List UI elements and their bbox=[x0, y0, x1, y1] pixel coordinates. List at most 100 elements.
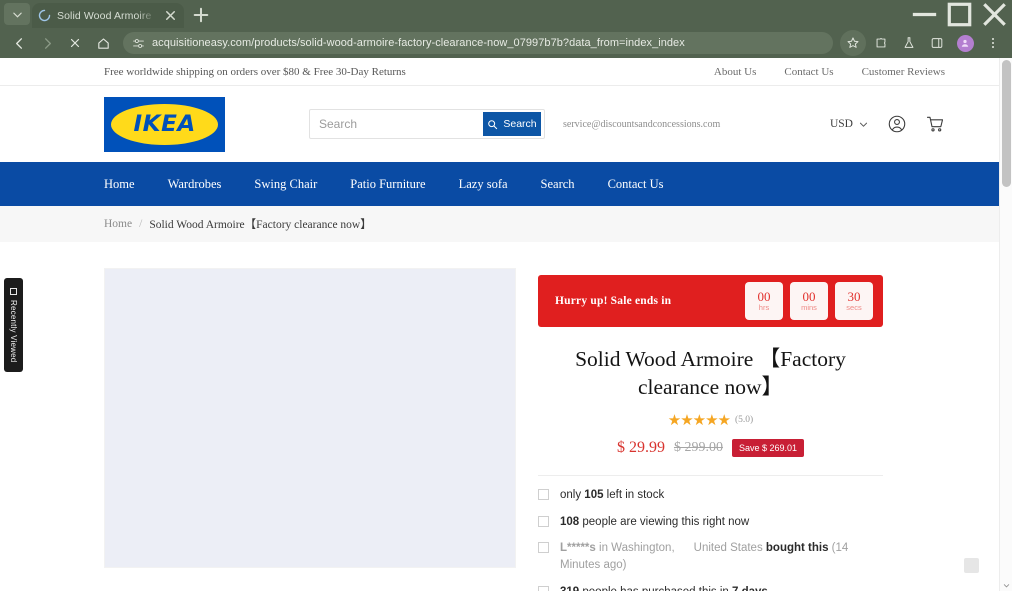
window-controls bbox=[907, 0, 1012, 28]
countdown-seconds-label: secs bbox=[846, 303, 862, 313]
tab-search-button[interactable] bbox=[4, 3, 30, 25]
site-header: IKEA Search service@discountsandconcessi… bbox=[0, 86, 1005, 162]
profile-button[interactable] bbox=[952, 30, 978, 56]
side-panel-icon bbox=[931, 38, 943, 48]
scrollbar-thumb[interactable] bbox=[1002, 60, 1011, 187]
nav-item-swing-chair[interactable]: Swing Chair bbox=[254, 177, 317, 192]
labs-button[interactable] bbox=[896, 30, 922, 56]
nav-item-search[interactable]: Search bbox=[541, 177, 575, 192]
product-title: Solid Wood Armoire 【Factory clearance no… bbox=[575, 347, 846, 399]
currency-selector[interactable]: USD bbox=[830, 118, 869, 130]
browser-toolbar: acquisitioneasy.com/products/solid-wood-… bbox=[0, 28, 1012, 58]
original-price: $ 299.00 bbox=[673, 440, 723, 456]
social-proof-text: only 105 left in stock bbox=[560, 489, 665, 502]
close-icon bbox=[70, 38, 80, 48]
home-icon bbox=[97, 37, 109, 49]
page-viewport: Free worldwide shipping on orders over $… bbox=[0, 58, 1012, 591]
countdown-hours-value: 00 bbox=[757, 288, 771, 304]
home-button[interactable] bbox=[90, 30, 116, 56]
url-text: acquisitioneasy.com/products/solid-wood-… bbox=[152, 37, 685, 49]
social-proof-text: 319 people has purchased this in 7 days bbox=[560, 584, 768, 591]
savings-badge: Save $ 269.01 bbox=[731, 439, 805, 458]
stop-button[interactable] bbox=[62, 30, 88, 56]
nav-item-patio-furniture[interactable]: Patio Furniture bbox=[350, 177, 425, 192]
recently-viewed-tab[interactable]: Recently Viewed bbox=[4, 278, 23, 372]
bookmark-button[interactable] bbox=[840, 30, 866, 56]
recently-viewed-label: Recently Viewed bbox=[9, 299, 18, 363]
cart-button[interactable] bbox=[924, 114, 945, 135]
maximize-button[interactable] bbox=[942, 0, 977, 28]
web-page: Free worldwide shipping on orders over $… bbox=[0, 58, 1005, 591]
top-links: About Us Contact Us Customer Reviews bbox=[714, 66, 993, 78]
logo-text: IKEA bbox=[133, 111, 196, 137]
close-window-button[interactable] bbox=[977, 0, 1012, 28]
top-link-customer-reviews[interactable]: Customer Reviews bbox=[862, 66, 945, 78]
countdown-minutes: 00 mins bbox=[790, 282, 828, 320]
ikea-logo[interactable]: IKEA bbox=[104, 96, 225, 152]
social-proof-item: only 105 left in stock bbox=[538, 487, 883, 504]
social-proof-item: L*****s in Washington, United States boug… bbox=[538, 540, 883, 573]
back-button[interactable] bbox=[6, 30, 32, 56]
announcement-bar: Free worldwide shipping on orders over $… bbox=[0, 58, 1005, 86]
social-proof-item: 108 people are viewing this right now bbox=[538, 514, 883, 531]
forward-button[interactable] bbox=[34, 30, 60, 56]
top-link-about-us[interactable]: About Us bbox=[714, 66, 756, 78]
caret-down-icon bbox=[1003, 583, 1010, 587]
floating-widget-icon[interactable] bbox=[964, 558, 979, 573]
product-details: Hurry up! Sale ends in 00 hrs 00 mins 30… bbox=[538, 268, 883, 591]
maximize-icon bbox=[947, 2, 972, 26]
scroll-down-button[interactable] bbox=[1000, 579, 1012, 591]
countdown-seconds-value: 30 bbox=[847, 288, 861, 304]
browser-menu-button[interactable] bbox=[980, 30, 1006, 56]
chevron-down-icon bbox=[12, 12, 22, 18]
countdown-label: Hurry up! Sale ends in bbox=[555, 295, 672, 307]
social-proof-text: L*****s in Washington, United States boug… bbox=[560, 542, 849, 572]
arrow-right-icon bbox=[44, 37, 51, 49]
countdown-minutes-label: mins bbox=[801, 303, 817, 313]
breadcrumb-home[interactable]: Home bbox=[104, 218, 132, 230]
rating-value: (5.0) bbox=[735, 415, 754, 426]
announcement-text: Free worldwide shipping on orders over $… bbox=[104, 65, 406, 78]
three-dots-icon bbox=[991, 37, 995, 49]
side-panel-button[interactable] bbox=[924, 30, 950, 56]
recently-viewed-icon bbox=[10, 287, 17, 295]
close-icon[interactable] bbox=[163, 8, 178, 23]
checkbox-icon bbox=[538, 542, 549, 554]
search-button[interactable]: Search bbox=[483, 112, 541, 136]
search-input[interactable] bbox=[310, 110, 483, 138]
product-image-placeholder[interactable] bbox=[104, 268, 516, 568]
current-price: $ 29.99 bbox=[616, 439, 665, 457]
social-proof-list: only 105 left in stock 108 people are vie… bbox=[538, 475, 883, 591]
sale-countdown-banner: Hurry up! Sale ends in 00 hrs 00 mins 30… bbox=[538, 275, 883, 327]
search-bar[interactable]: Search bbox=[309, 109, 545, 139]
nav-item-contact-us[interactable]: Contact Us bbox=[608, 177, 664, 192]
nav-item-wardrobes[interactable]: Wardrobes bbox=[168, 177, 222, 192]
page-scrollbar[interactable] bbox=[999, 58, 1012, 591]
chevron-down-icon bbox=[859, 122, 868, 127]
rating-stars: ★★★★★ bbox=[667, 412, 731, 430]
address-bar[interactable]: acquisitioneasy.com/products/solid-wood-… bbox=[123, 32, 833, 54]
top-link-contact-us[interactable]: Contact Us bbox=[784, 66, 833, 78]
checkbox-icon bbox=[538, 515, 549, 527]
browser-tab[interactable]: Solid Wood Armoire【Factory c bbox=[32, 3, 184, 28]
countdown-timer: 00 hrs 00 mins 30 secs bbox=[745, 282, 873, 320]
nav-item-home[interactable]: Home bbox=[104, 177, 135, 192]
product-page-content: Hurry up! Sale ends in 00 hrs 00 mins 30… bbox=[0, 242, 1005, 591]
nav-item-lazy-sofa[interactable]: Lazy sofa bbox=[459, 177, 508, 192]
star-icon bbox=[847, 37, 859, 48]
browser-window: Solid Wood Armoire【Factory c bbox=[0, 0, 1012, 591]
search-button-label: Search bbox=[503, 118, 537, 130]
minimize-button[interactable] bbox=[907, 0, 942, 28]
social-proof-text: 108 people are viewing this right now bbox=[560, 515, 750, 528]
arrow-left-icon bbox=[15, 37, 22, 49]
minimize-icon bbox=[912, 12, 937, 16]
checkbox-icon bbox=[538, 489, 549, 501]
extensions-button[interactable] bbox=[868, 30, 894, 56]
product-rating: ★★★★★ (5.0) bbox=[538, 411, 883, 429]
new-tab-button[interactable] bbox=[190, 4, 212, 26]
plus-icon bbox=[193, 7, 209, 23]
site-settings-icon[interactable] bbox=[132, 37, 145, 50]
tab-title: Solid Wood Armoire【Factory c bbox=[57, 10, 157, 22]
account-button[interactable] bbox=[886, 114, 907, 135]
loading-spinner-icon bbox=[38, 9, 51, 22]
